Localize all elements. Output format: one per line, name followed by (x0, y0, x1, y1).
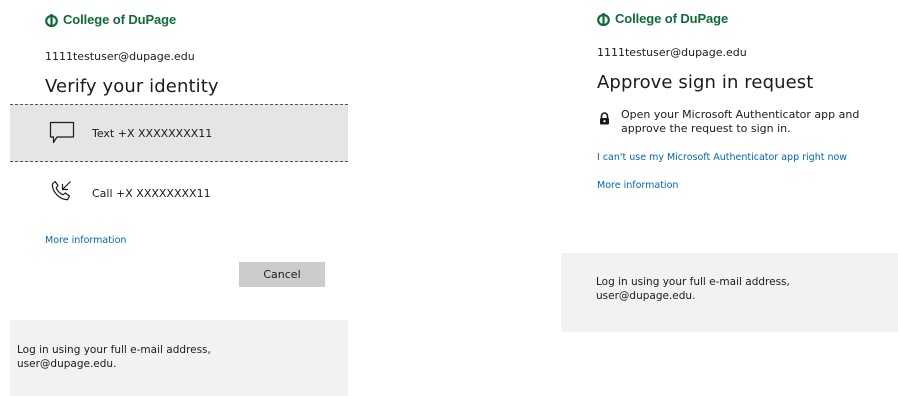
text-option[interactable]: Text +X XXXXXXXX11 (10, 104, 348, 162)
college-logo: College of DuPage (597, 11, 728, 26)
footer-line-2: user@dupage.edu. (17, 358, 117, 370)
college-logo: College of DuPage (45, 12, 176, 27)
college-logo-icon (45, 13, 58, 27)
footer-line-1: Log in using your full e-mail address, (596, 276, 790, 288)
phone-call-icon (49, 179, 73, 207)
college-logo-icon (597, 12, 610, 26)
footer-note: Log in using your full e-mail address, u… (561, 253, 898, 332)
account-email: 1111testuser@dupage.edu (597, 46, 747, 59)
lock-icon (599, 110, 610, 129)
call-option[interactable]: Call +X XXXXXXXX11 (10, 163, 348, 220)
cancel-button[interactable]: Cancel (239, 262, 325, 287)
call-option-label: Call +X XXXXXXXX11 (92, 187, 211, 200)
brand-name: College of DuPage (615, 11, 729, 26)
account-email: 1111testuser@dupage.edu (45, 50, 195, 63)
page-title: Verify your identity (45, 76, 219, 97)
more-information-link[interactable]: More information (45, 235, 126, 246)
approve-request-panel: College of DuPage 1111testuser@dupage.ed… (561, 0, 898, 396)
footer-note: Log in using your full e-mail address, u… (10, 320, 348, 396)
instruction-text: Open your Microsoft Authenticator app an… (621, 108, 881, 136)
text-option-label: Text +X XXXXXXXX11 (92, 127, 213, 140)
verify-identity-panel: College of DuPage 1111testuser@dupage.ed… (0, 0, 348, 396)
page-title: Approve sign in request (597, 72, 814, 93)
instruction-line-1: Open your Microsoft Authenticator app an… (621, 108, 860, 121)
cant-use-authenticator-link[interactable]: I can't use my Microsoft Authenticator a… (597, 152, 847, 163)
message-icon (49, 121, 75, 149)
brand-name: College of DuPage (63, 12, 177, 27)
more-information-link[interactable]: More information (597, 180, 678, 191)
footer-line-1: Log in using your full e-mail address, (17, 344, 211, 356)
footer-line-2: user@dupage.edu. (596, 290, 696, 302)
instruction-line-2: approve the request to sign in. (621, 122, 791, 135)
